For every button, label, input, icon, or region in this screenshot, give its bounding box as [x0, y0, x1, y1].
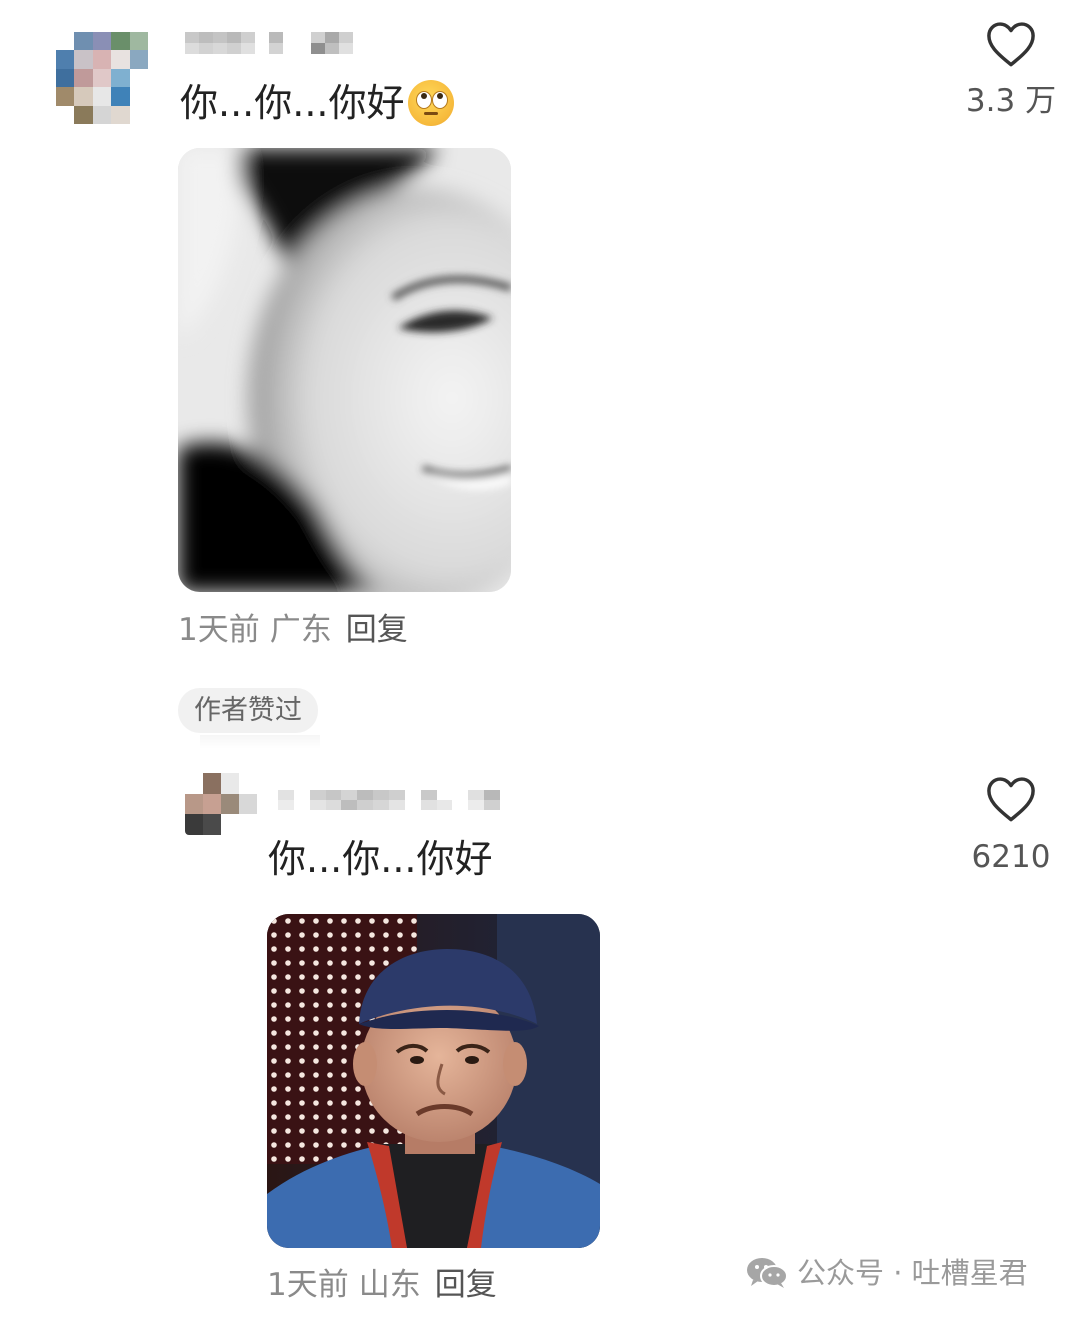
username[interactable]	[278, 790, 500, 810]
heart-icon[interactable]	[985, 20, 1037, 68]
heart-icon[interactable]	[985, 775, 1037, 823]
like-count: 6210	[971, 839, 1051, 875]
watermark: 公众号 · 吐槽星君	[745, 1256, 1028, 1290]
comment-meta: 1天前 广东 回复	[178, 615, 408, 646]
blurred-face-meme-image	[178, 148, 511, 592]
watermark-label: 公众号 · 吐槽星君	[797, 1255, 1028, 1290]
comment-meta: 1天前 山东 回复	[267, 1270, 497, 1301]
comment-location: 广东	[269, 612, 332, 648]
comment-image[interactable]	[267, 914, 600, 1248]
comment-text: 你...你...你好	[180, 81, 405, 125]
comment-text-row: 你...你...你好	[268, 836, 492, 882]
author-liked-badge: 作者赞过	[178, 688, 318, 733]
username[interactable]	[185, 32, 353, 54]
comment-time: 1天前	[267, 1267, 349, 1303]
man-in-cap-meme-image	[267, 914, 600, 1248]
avatar[interactable]	[56, 32, 148, 124]
comment-text: 你...你...你好	[268, 837, 493, 881]
comment-location: 山东	[358, 1267, 421, 1303]
reply-button[interactable]: 回复	[435, 1267, 497, 1303]
comment-text-row: 你...你...你好	[180, 80, 455, 126]
comment-time: 1天前	[178, 612, 260, 648]
badge-shadow	[200, 735, 320, 749]
reply-button[interactable]: 回复	[346, 612, 408, 648]
face-with-rolling-eyes-icon	[408, 80, 455, 126]
like-count: 3.3 万	[965, 83, 1057, 119]
like-button[interactable]	[951, 20, 1071, 72]
comment-image[interactable]	[178, 148, 511, 592]
wechat-icon	[747, 1258, 788, 1288]
like-button[interactable]	[951, 775, 1071, 827]
avatar[interactable]	[185, 773, 257, 835]
